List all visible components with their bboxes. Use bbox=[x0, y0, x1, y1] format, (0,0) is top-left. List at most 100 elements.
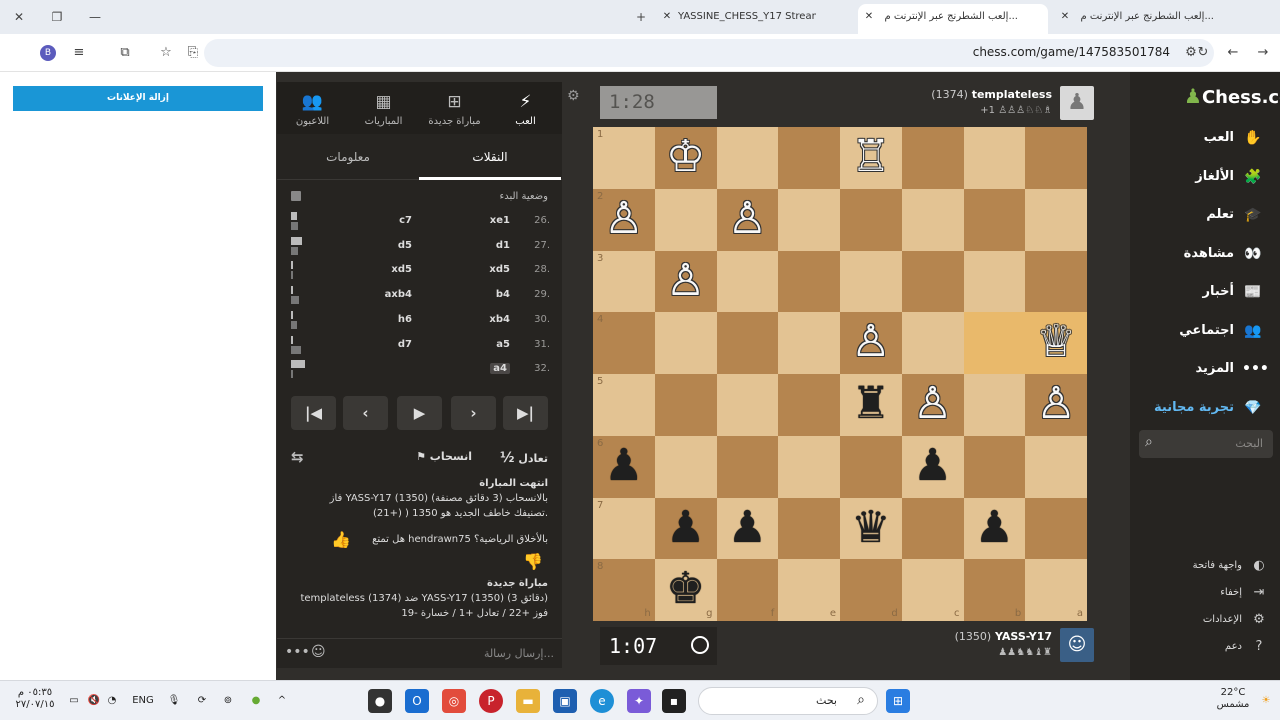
black-queen-icon[interactable]: ♛ bbox=[840, 498, 902, 560]
nav-item-3[interactable]: مشاهدة 👀 bbox=[1134, 240, 1264, 268]
square-h1[interactable]: 1 bbox=[593, 127, 655, 189]
square-d3[interactable] bbox=[840, 250, 902, 313]
square-f4[interactable] bbox=[716, 312, 779, 374]
square-b2[interactable] bbox=[963, 188, 1026, 251]
black-move[interactable]: d5 bbox=[342, 240, 412, 251]
nav-footer-3[interactable]: دعم? bbox=[1138, 636, 1268, 658]
chat-input[interactable]: إرسال رسالة... ☺ ••• bbox=[277, 638, 562, 668]
square-f1[interactable] bbox=[716, 127, 779, 189]
square-g5[interactable] bbox=[654, 374, 717, 436]
black-move[interactable]: axb4 bbox=[342, 289, 412, 300]
chrome-icon[interactable]: ◎ bbox=[442, 689, 466, 713]
white-move[interactable]: a5 bbox=[440, 339, 510, 350]
clock-date[interactable]: ٠٥:٣٥ م ٢٧/٠٧/١٥ bbox=[10, 687, 60, 711]
square-b1[interactable] bbox=[963, 127, 1026, 189]
square-e3[interactable] bbox=[778, 250, 840, 313]
square-d8[interactable]: d bbox=[840, 559, 902, 621]
white-pawn-icon[interactable]: ♙ bbox=[840, 312, 902, 374]
play-moves-button[interactable]: ▶ bbox=[397, 396, 442, 430]
tab-chess-active[interactable]: ✕ إلعب الشطرنج عبر الإنترنت م... bbox=[858, 4, 1048, 34]
black-move[interactable]: h6 bbox=[342, 314, 412, 325]
outlook-icon[interactable]: O bbox=[405, 689, 429, 713]
wifi-icon[interactable]: ◔ bbox=[104, 689, 120, 713]
square-c8[interactable]: c bbox=[901, 559, 964, 621]
restore-window-icon[interactable]: ❐ bbox=[48, 8, 66, 26]
language-indicator[interactable]: ENG bbox=[130, 689, 156, 713]
prev-move-button[interactable]: ‹ bbox=[343, 396, 388, 430]
square-f5[interactable] bbox=[716, 374, 779, 436]
nav-item-1[interactable]: الألغاز 🧩 bbox=[1134, 163, 1264, 191]
black-rook-icon[interactable]: ♜ bbox=[840, 374, 902, 436]
nav-footer-0[interactable]: واجهة فاتحة ◐ bbox=[1138, 555, 1268, 577]
copilot-icon[interactable]: ✦ bbox=[627, 689, 651, 713]
black-move[interactable]: xd5 bbox=[342, 264, 412, 275]
tab-stream[interactable]: ✕ YASSINE_CHESS_Y17 Stream - Y bbox=[660, 6, 840, 28]
store-icon[interactable]: ▣ bbox=[553, 689, 577, 713]
windows-start-icon[interactable]: ⊞ bbox=[886, 689, 910, 713]
black-king-icon[interactable]: ♚ bbox=[655, 559, 717, 621]
weather-widget[interactable]: 22°C مشمس bbox=[1208, 687, 1258, 711]
chess-board[interactable]: 1 2 3 4 5 6 7 8 h g f e d c b a ♔ ♖ ♙ ♙ ♙ ♙ ♕ ♙ ♙ ♜ ♟ ♟ ♟ ♟ ♛ ♟ ♚ bbox=[593, 127, 1087, 621]
white-pawn-icon[interactable]: ♙ bbox=[655, 251, 717, 313]
sync-icon[interactable]: ⟳ bbox=[194, 689, 210, 713]
close-tab-icon[interactable]: ✕ bbox=[862, 4, 876, 30]
profile-avatar[interactable]: B bbox=[40, 45, 56, 61]
nav-search-input[interactable]: البحث ⌕ bbox=[1139, 430, 1273, 458]
tab-new-game[interactable]: ⊞ مباراة جديدة bbox=[419, 82, 490, 134]
square-c4[interactable] bbox=[901, 312, 964, 374]
square-b6[interactable] bbox=[963, 435, 1026, 498]
square-h3[interactable]: 3 bbox=[593, 250, 655, 313]
flip-board-icon[interactable]: ⇆ bbox=[291, 448, 304, 466]
square-b4[interactable] bbox=[963, 312, 1026, 374]
square-f8[interactable]: f bbox=[716, 559, 779, 621]
square-e7[interactable] bbox=[778, 497, 840, 560]
start-position-row[interactable]: وضعية البدء bbox=[277, 188, 562, 208]
white-queen-icon[interactable]: ♕ bbox=[1025, 312, 1087, 374]
remove-ads-button[interactable]: إزالة الإعلانات bbox=[13, 86, 263, 111]
square-c1[interactable] bbox=[901, 127, 964, 189]
white-pawn-icon[interactable]: ♙ bbox=[717, 189, 779, 251]
top-player-avatar[interactable]: ♟ bbox=[1060, 86, 1094, 120]
thumbs-up-icon[interactable]: 👍 bbox=[331, 530, 351, 549]
white-rook-icon[interactable]: ♖ bbox=[840, 127, 902, 189]
white-king-icon[interactable]: ♔ bbox=[655, 127, 717, 189]
draw-button[interactable]: ½ تعادل bbox=[500, 450, 548, 466]
square-g2[interactable] bbox=[654, 188, 717, 251]
extensions-icon[interactable]: ⧉ bbox=[116, 44, 134, 62]
square-d2[interactable] bbox=[840, 188, 902, 251]
tab-play[interactable]: ⚡ العب bbox=[490, 82, 561, 134]
white-move[interactable]: b4 bbox=[440, 289, 510, 300]
volume-icon[interactable]: 🔇 bbox=[86, 689, 102, 713]
board-settings-icon[interactable]: ⚙ bbox=[567, 88, 580, 104]
white-pawn-icon[interactable]: ♙ bbox=[902, 374, 964, 436]
black-pawn-icon[interactable]: ♟ bbox=[717, 498, 779, 560]
pinterest-icon[interactable]: P bbox=[479, 689, 503, 713]
terminal-icon[interactable]: ▪ bbox=[662, 689, 686, 713]
white-move[interactable]: xd5 bbox=[440, 264, 510, 275]
tab-chess[interactable]: ✕ إلعب الشطرنج عبر الإنترنت م... bbox=[1058, 6, 1248, 28]
square-b5[interactable] bbox=[963, 374, 1026, 436]
bottom-player-name[interactable]: (1350) YASS-Y17 bbox=[955, 630, 1052, 643]
taskbar-app-icon[interactable]: ● bbox=[368, 689, 392, 713]
square-a2[interactable] bbox=[1025, 188, 1087, 251]
square-f3[interactable] bbox=[716, 250, 779, 313]
square-e8[interactable]: e bbox=[778, 559, 840, 621]
bottom-player-avatar[interactable]: ☺ bbox=[1060, 628, 1094, 662]
reading-list-icon[interactable]: ≡ bbox=[70, 44, 88, 62]
green-app-icon[interactable]: ● bbox=[248, 689, 264, 713]
bookmark-star-icon[interactable]: ☆ bbox=[157, 44, 175, 62]
white-move[interactable]: a4 bbox=[490, 363, 510, 375]
first-move-button[interactable]: |◀ bbox=[291, 396, 336, 430]
forward-icon[interactable]: → bbox=[1254, 44, 1272, 62]
square-a8[interactable]: a bbox=[1025, 559, 1087, 621]
black-move[interactable]: d7 bbox=[342, 339, 412, 350]
nav-footer-2[interactable]: الإعدادات ⚙ bbox=[1138, 609, 1268, 631]
white-move[interactable]: xe1 bbox=[440, 215, 510, 226]
square-g4[interactable] bbox=[654, 312, 717, 374]
new-tab-icon[interactable]: + bbox=[632, 8, 650, 26]
square-h8[interactable]: 8h bbox=[593, 559, 655, 621]
nav-item-5[interactable]: اجتماعي 👥 bbox=[1134, 317, 1264, 345]
square-g6[interactable] bbox=[654, 435, 717, 498]
resign-button[interactable]: ⚑ انسحاب bbox=[416, 450, 472, 463]
nav-item-6[interactable]: المزيد ••• bbox=[1134, 355, 1268, 383]
